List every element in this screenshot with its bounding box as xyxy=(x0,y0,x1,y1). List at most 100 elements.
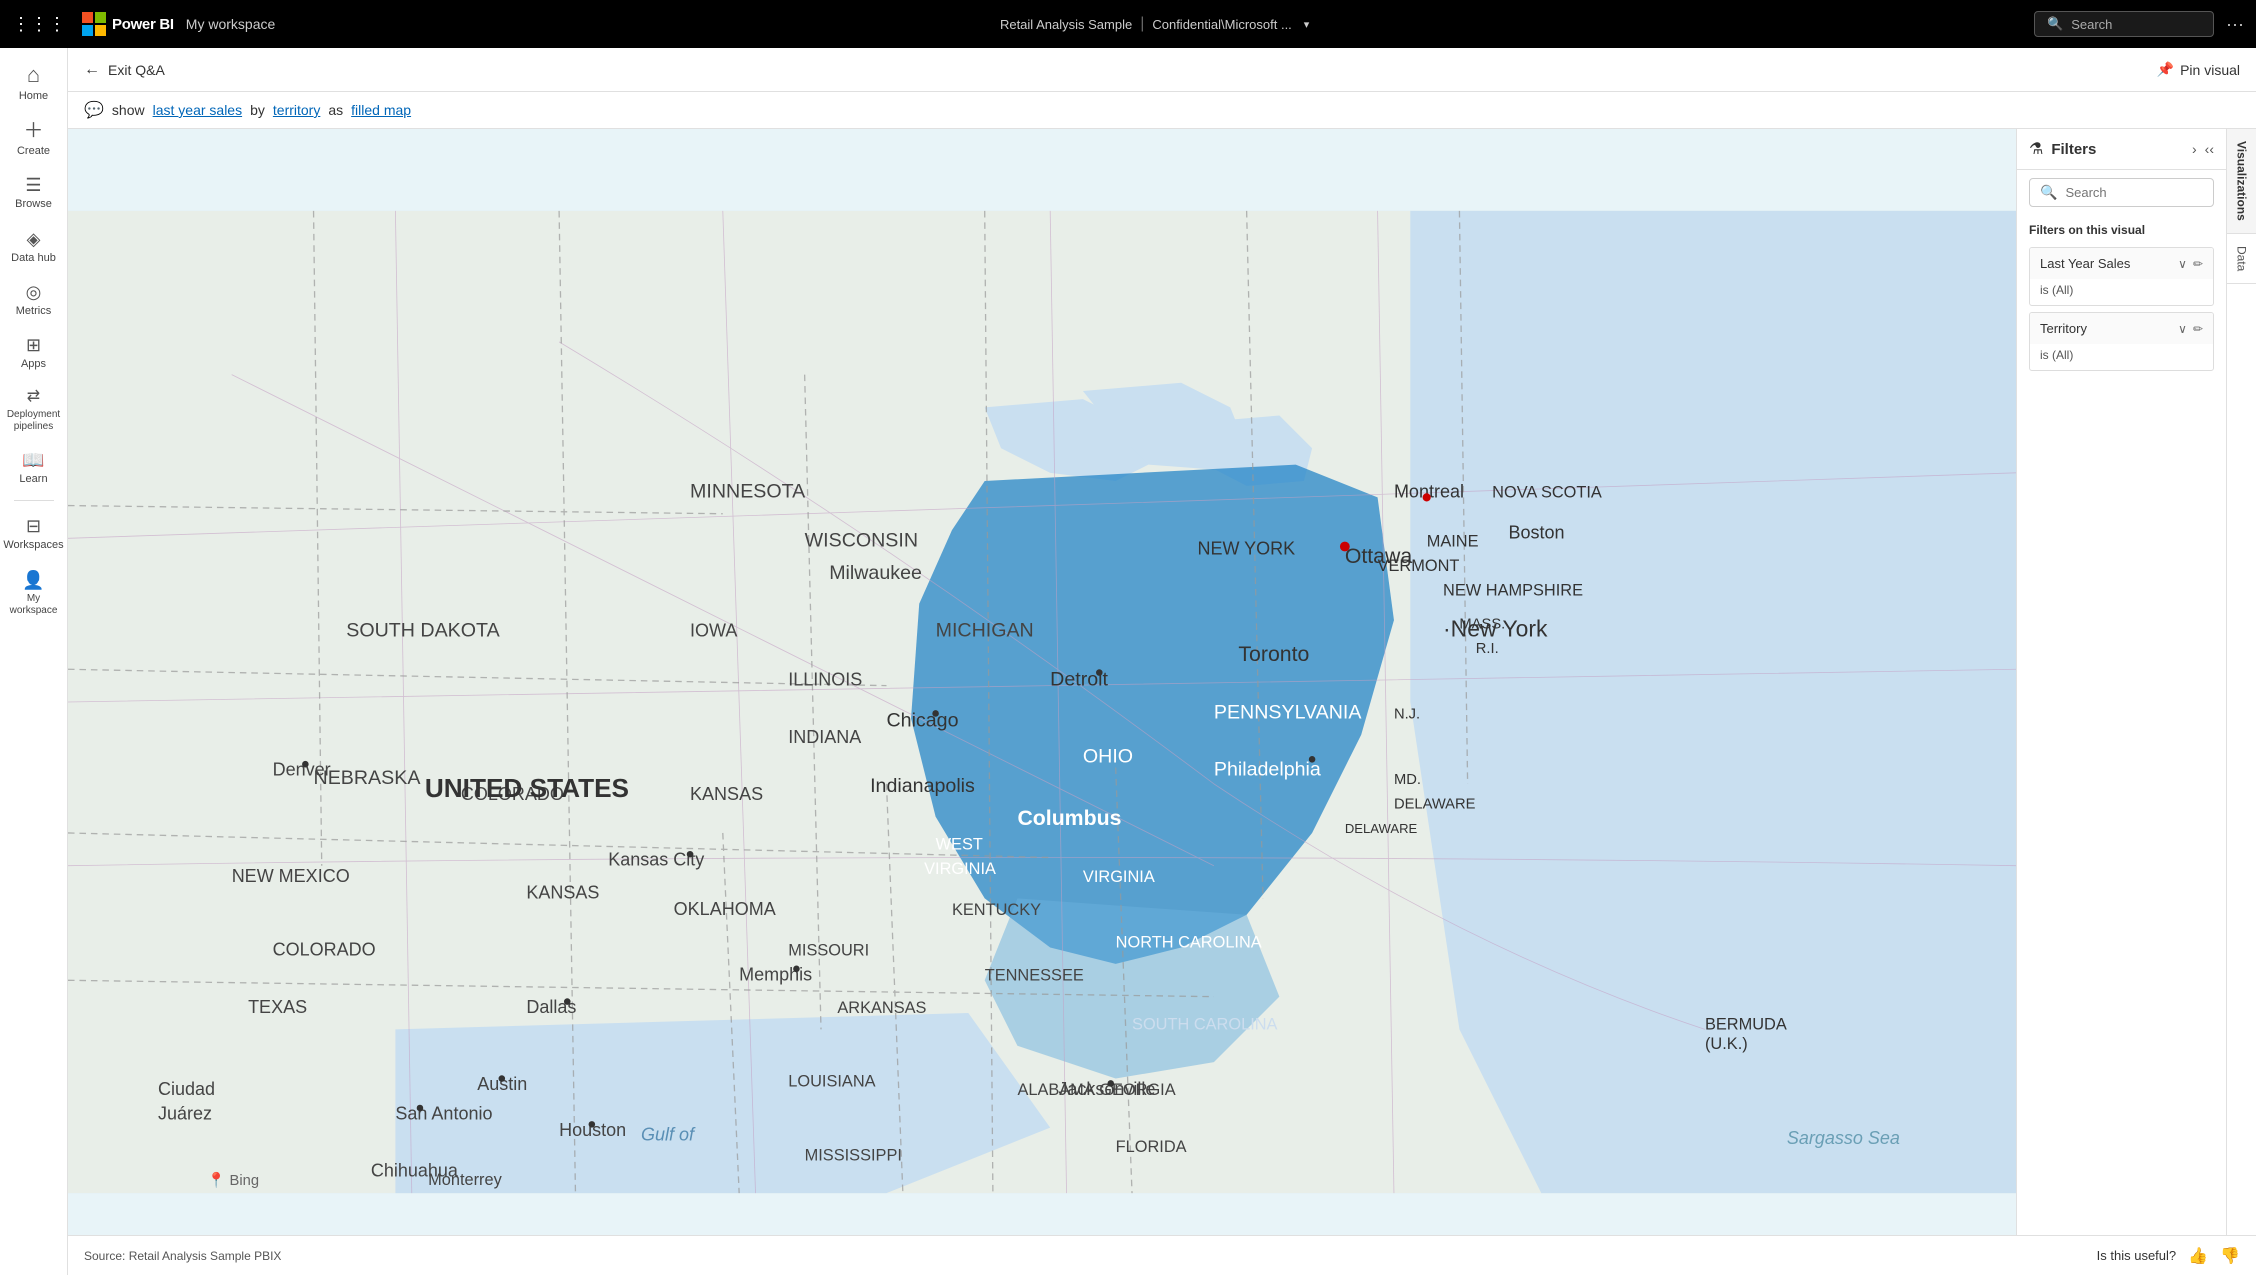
content-area: Ottawa Montreal Boston ·New York Toronto… xyxy=(68,129,2256,1275)
svg-text:Philadelphia: Philadelphia xyxy=(1214,759,1321,781)
filter-chevron-icon-territory[interactable]: ∨ xyxy=(2178,322,2187,336)
sidebar-item-learn[interactable]: 📖 Learn xyxy=(2,443,66,492)
datahub-icon: ◈ xyxy=(27,230,41,248)
sidebar: ⌂ Home ＋ Create ☰ Browse ◈ Data hub ◎ Me… xyxy=(0,48,68,1275)
svg-text:MASS.: MASS. xyxy=(1459,616,1505,632)
pin-visual-button[interactable]: 📌 Pin visual xyxy=(2157,61,2240,78)
svg-text:Ciudad: Ciudad xyxy=(158,1079,215,1099)
svg-text:NEW MEXICO: NEW MEXICO xyxy=(232,866,350,886)
filter-edit-icon-territory[interactable]: ✏ xyxy=(2193,322,2203,336)
svg-text:MISSOURI: MISSOURI xyxy=(788,942,869,960)
sidebar-item-workspaces[interactable]: ⊟ Workspaces xyxy=(2,509,66,558)
svg-text:MINNESOTA: MINNESOTA xyxy=(690,480,806,502)
sidebar-item-apps[interactable]: ⊞ Apps xyxy=(2,328,66,377)
svg-text:LOUISIANA: LOUISIANA xyxy=(788,1073,875,1091)
svg-text:MD.: MD. xyxy=(1394,772,1421,788)
browse-icon: ☰ xyxy=(25,176,41,194)
svg-text:Columbus: Columbus xyxy=(1017,806,1121,830)
svg-text:MISSISSIPPI: MISSISSIPPI xyxy=(805,1146,902,1164)
svg-text:SOUTH CAROLINA: SOUTH CAROLINA xyxy=(1132,1015,1278,1033)
grid-icon[interactable]: ⋮⋮⋮ xyxy=(12,14,66,35)
filter-chevron-icon-sales[interactable]: ∨ xyxy=(2178,257,2187,271)
back-arrow-icon: ← xyxy=(84,61,100,79)
svg-text:Memphis: Memphis xyxy=(739,964,812,984)
svg-text:WISCONSIN: WISCONSIN xyxy=(805,529,918,551)
svg-text:ARKANSAS: ARKANSAS xyxy=(837,999,926,1017)
filter-expand-icon[interactable]: › xyxy=(2192,141,2197,157)
svg-text:IOWA: IOWA xyxy=(690,621,737,641)
apps-icon: ⊞ xyxy=(26,336,41,354)
report-divider: | xyxy=(1140,15,1144,33)
filter-collapse-btn[interactable]: ‹‹ xyxy=(2205,141,2214,157)
svg-text:Sargasso Sea: Sargasso Sea xyxy=(1787,1128,1900,1148)
footer-source-label: Source: Retail Analysis Sample PBIX xyxy=(84,1249,281,1263)
qa-prompt-by: by xyxy=(250,102,265,118)
search-icon: 🔍 xyxy=(2047,16,2063,32)
thumbup-button[interactable]: 👍 xyxy=(2188,1246,2208,1266)
sidebar-item-datahub[interactable]: ◈ Data hub xyxy=(2,222,66,271)
report-title: Retail Analysis Sample xyxy=(1000,17,1132,32)
sidebar-item-home[interactable]: ⌂ Home xyxy=(2,56,66,109)
search-bar-label: Search xyxy=(2071,17,2112,32)
svg-text:MICHIGAN: MICHIGAN xyxy=(936,620,1034,642)
topbar-right: 🔍 Search ··· xyxy=(2034,11,2244,37)
sidebar-label-deployment: Deployment pipelines xyxy=(6,409,62,433)
qa-highlight-territory[interactable]: territory xyxy=(273,102,320,118)
more-options-icon[interactable]: ··· xyxy=(2226,14,2244,35)
tab-data[interactable]: Data xyxy=(2227,234,2256,284)
pin-icon: 📌 xyxy=(2157,61,2174,78)
svg-text:SOUTH DAKOTA: SOUTH DAKOTA xyxy=(346,620,500,642)
sidebar-label-browse: Browse xyxy=(15,198,52,211)
qa-prompt-prefix: show xyxy=(112,102,145,118)
svg-text:Jacksonville: Jacksonville xyxy=(1058,1079,1155,1099)
filter-section-title: Filters on this visual xyxy=(2017,215,2226,241)
svg-text:NEW HAMPSHIRE: NEW HAMPSHIRE xyxy=(1443,582,1583,600)
workspace-label[interactable]: My workspace xyxy=(186,16,275,32)
svg-text:MAINE: MAINE xyxy=(1427,532,1479,550)
filter-search-icon: 🔍 xyxy=(2040,184,2057,201)
sidebar-label-create: Create xyxy=(17,145,50,158)
svg-text:Denver: Denver xyxy=(273,760,331,780)
svg-text:Boston: Boston xyxy=(1509,522,1565,542)
svg-text:Monterrey: Monterrey xyxy=(428,1171,502,1189)
sidebar-item-metrics[interactable]: ◎ Metrics xyxy=(2,275,66,324)
sidebar-item-create[interactable]: ＋ Create xyxy=(2,113,66,164)
svg-text:Indianapolis: Indianapolis xyxy=(870,775,975,797)
svg-text:ILLINOIS: ILLINOIS xyxy=(788,670,862,690)
svg-text:Milwaukee: Milwaukee xyxy=(829,562,922,584)
powerbi-label: Power BI xyxy=(112,16,174,33)
footer-useful-label: Is this useful? xyxy=(2097,1248,2177,1263)
thumbdown-button[interactable]: 👎 xyxy=(2220,1246,2240,1266)
pin-visual-label: Pin visual xyxy=(2180,62,2240,78)
logo-sq-red xyxy=(82,12,93,23)
filter-item-header-sales[interactable]: Last Year Sales ∨ ✏ xyxy=(2030,248,2213,279)
topbar-logo: Power BI My workspace xyxy=(82,12,275,36)
search-bar[interactable]: 🔍 Search xyxy=(2034,11,2214,37)
svg-text:OHIO: OHIO xyxy=(1083,746,1133,768)
filter-search-bar[interactable]: 🔍 xyxy=(2029,178,2214,207)
filter-edit-icon-sales[interactable]: ✏ xyxy=(2193,257,2203,271)
map-svg: Ottawa Montreal Boston ·New York Toronto… xyxy=(68,129,2016,1275)
qa-prompt-as: as xyxy=(328,102,343,118)
svg-text:NOVA SCOTIA: NOVA SCOTIA xyxy=(1492,483,1602,501)
exit-qa-button[interactable]: ← Exit Q&A xyxy=(84,61,165,79)
filter-item-header-territory[interactable]: Territory ∨ ✏ xyxy=(2030,313,2213,344)
qa-highlight-map[interactable]: filled map xyxy=(351,102,411,118)
logo-sq-yellow xyxy=(95,25,106,36)
qa-highlight-sales[interactable]: last year sales xyxy=(153,102,242,118)
sidebar-label-home: Home xyxy=(19,90,48,103)
filter-item-territory: Territory ∨ ✏ is (All) xyxy=(2029,312,2214,371)
tab-visualizations[interactable]: Visualizations xyxy=(2227,129,2256,234)
deployment-icon: ⇄ xyxy=(27,389,40,405)
svg-text:(U.K.): (U.K.) xyxy=(1705,1035,1748,1053)
map-container[interactable]: Ottawa Montreal Boston ·New York Toronto… xyxy=(68,129,2016,1275)
chevron-down-icon[interactable]: ▾ xyxy=(1304,18,1310,31)
sidebar-item-myworkspace[interactable]: 👤 My workspace xyxy=(2,563,66,623)
svg-text:KENTUCKY: KENTUCKY xyxy=(952,901,1041,919)
sidebar-label-datahub: Data hub xyxy=(11,252,56,265)
sidebar-item-deployment[interactable]: ⇄ Deployment pipelines xyxy=(2,381,66,439)
filter-search-input[interactable] xyxy=(2065,185,2226,200)
svg-text:Gulf of: Gulf of xyxy=(641,1125,696,1145)
sidebar-item-browse[interactable]: ☰ Browse xyxy=(2,168,66,217)
footer: Source: Retail Analysis Sample PBIX Is t… xyxy=(68,1235,2256,1275)
